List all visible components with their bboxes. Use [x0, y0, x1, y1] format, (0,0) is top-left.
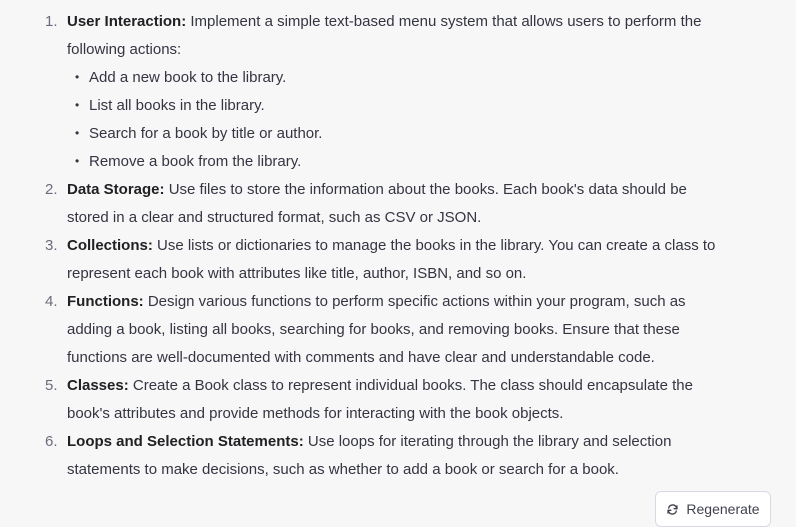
- list-number: 6.: [45, 433, 58, 450]
- item-title: User Interaction:: [67, 13, 187, 30]
- regenerate-button[interactable]: Regenerate: [655, 491, 771, 527]
- list-number: 4.: [45, 293, 58, 310]
- sub-item-text: Add a new book to the library.: [89, 69, 287, 86]
- sub-list: • Add a new book to the library. • List al…: [67, 64, 716, 176]
- sub-item-text: Remove a book from the library.: [89, 153, 302, 170]
- item-text: Design various functions to perform spec…: [67, 293, 686, 366]
- item-title: Data Storage:: [67, 181, 165, 198]
- regenerate-label: Regenerate: [686, 501, 760, 517]
- list-item: 4. Functions: Design various functions t…: [0, 288, 796, 372]
- bullet-icon: •: [75, 126, 80, 140]
- item-text: Create a Book class to represent individ…: [67, 377, 693, 422]
- item-title: Functions:: [67, 293, 144, 310]
- list-item: 5. Classes: Create a Book class to repre…: [0, 372, 796, 428]
- item-text: Use lists or dictionaries to manage the …: [67, 237, 716, 282]
- sub-item-text: Search for a book by title or author.: [89, 125, 323, 142]
- refresh-icon: [666, 503, 679, 516]
- list-number: 2.: [45, 181, 58, 198]
- response-content: 1. User Interaction: Implement a simple …: [0, 8, 796, 484]
- bullet-icon: •: [75, 98, 80, 112]
- sub-list-item: • List all books in the library.: [67, 92, 716, 120]
- list-item: 3. Collections: Use lists or dictionarie…: [0, 232, 796, 288]
- list-number: 1.: [45, 13, 58, 30]
- sub-list-item: • Remove a book from the library.: [67, 148, 716, 176]
- bullet-icon: •: [75, 70, 80, 84]
- item-title: Classes:: [67, 377, 129, 394]
- sub-item-text: List all books in the library.: [89, 97, 265, 114]
- list-item: 6. Loops and Selection Statements: Use l…: [0, 428, 796, 484]
- requirements-list: 1. User Interaction: Implement a simple …: [0, 8, 796, 484]
- list-number: 5.: [45, 377, 58, 394]
- list-item: 2. Data Storage: Use files to store the …: [0, 176, 796, 232]
- sub-list-item: • Search for a book by title or author.: [67, 120, 716, 148]
- list-item: 1. User Interaction: Implement a simple …: [0, 8, 796, 176]
- item-title: Loops and Selection Statements:: [67, 433, 304, 450]
- list-number: 3.: [45, 237, 58, 254]
- item-title: Collections:: [67, 237, 153, 254]
- bullet-icon: •: [75, 154, 80, 168]
- sub-list-item: • Add a new book to the library.: [67, 64, 716, 92]
